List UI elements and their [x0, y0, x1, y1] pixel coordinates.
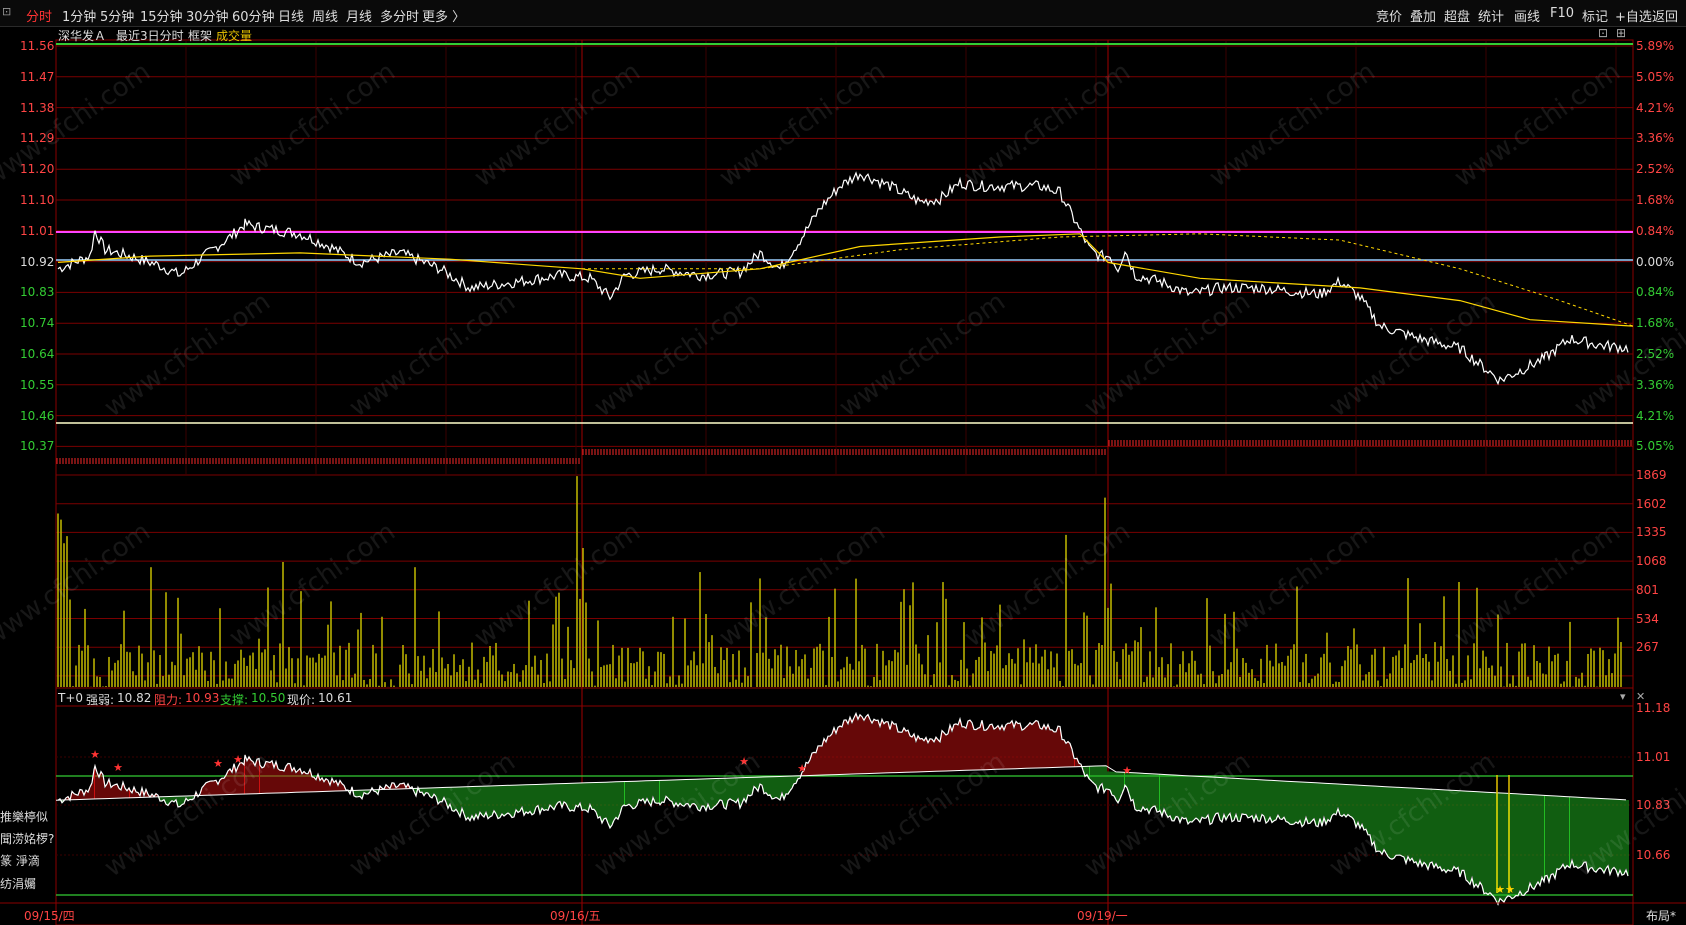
toolbar-button-7[interactable]: +自选 — [1615, 6, 1652, 25]
price-tick: 10.55 — [20, 377, 55, 392]
frame-label[interactable]: 框架 — [188, 27, 212, 44]
volume-tick: 1335 — [1636, 525, 1667, 540]
volume-tick: 534 — [1636, 611, 1659, 626]
t0-tick: 11.18 — [1636, 701, 1671, 715]
volume-tick: 267 — [1636, 640, 1659, 655]
tab-6[interactable]: 日线 — [278, 6, 304, 25]
tab-1[interactable]: 1分钟 — [62, 6, 96, 25]
toolbar-button-8[interactable]: 返回 — [1652, 6, 1678, 25]
price-tick: 10.46 — [20, 408, 55, 423]
side-label[interactable]: 推樂楟似 — [0, 808, 56, 825]
toolbar-button-6[interactable]: 标记 — [1582, 6, 1608, 25]
tab-2[interactable]: 5分钟 — [100, 6, 134, 25]
price-tick: 10.92 — [20, 254, 55, 269]
indicator-label[interactable]: 成交量 — [216, 27, 252, 44]
resistance-label: 阻力: — [154, 693, 183, 707]
buy-signal-icon: ★ — [213, 757, 223, 770]
price-tick: 11.10 — [20, 193, 55, 207]
volume-tick: 1869 — [1636, 468, 1667, 482]
price-tick: 10.64 — [20, 347, 55, 361]
toolbar-button-0[interactable]: 竞价 — [1376, 6, 1402, 25]
pct-tick: 0.84% — [1636, 285, 1675, 300]
volume-tick: 1068 — [1636, 554, 1667, 569]
price-tick: 11.38 — [20, 100, 55, 115]
support-label: 支撑: — [220, 693, 249, 707]
side-label[interactable]: 聞涝姳椤? — [0, 830, 56, 847]
t0-tick: 11.01 — [1636, 750, 1671, 764]
toolbar-button-1[interactable]: 叠加 — [1410, 6, 1436, 25]
toolbar: ⊡ 分时 1分钟 5分钟 15分钟 30分钟 60分钟 日线 周线 月线 多分时 更多 〉 竞价 叠加… — [0, 0, 1686, 27]
pct-tick: 0.84% — [1636, 223, 1675, 238]
layout-button[interactable]: 布局* — [1646, 907, 1676, 924]
resistance-value: 10.93 — [185, 691, 220, 705]
tab-3[interactable]: 15分钟 — [140, 6, 183, 25]
t0-title: T+0 — [58, 691, 84, 705]
scroll-up-icon[interactable]: ⊡ — [1598, 26, 1608, 40]
tab-0[interactable]: 分时 — [26, 6, 52, 25]
pct-tick: 2.52% — [1636, 162, 1675, 177]
volume-tick: 801 — [1636, 582, 1659, 597]
support-value: 10.50 — [251, 691, 286, 705]
side-label[interactable]: 篆 淨滴 — [0, 852, 56, 869]
sell-signal-icon: ★ — [1495, 883, 1505, 896]
buy-signal-icon: ★ — [90, 748, 100, 761]
pct-tick: 4.21% — [1636, 408, 1675, 423]
pct-tick: 5.05% — [1636, 439, 1675, 454]
tab-10[interactable]: 更多 〉 — [422, 6, 465, 25]
period-label[interactable]: 最近3日分时 — [116, 27, 184, 44]
pct-tick: 1.68% — [1636, 193, 1675, 207]
volume-tick: 1602 — [1636, 496, 1667, 511]
average-line — [57, 233, 1634, 327]
date-label: 09/15/四 — [24, 909, 75, 923]
price-label: 现价: — [287, 693, 316, 707]
sell-signal-icon: ★ — [1505, 883, 1515, 896]
tab-8[interactable]: 月线 — [346, 6, 372, 25]
tab-5[interactable]: 60分钟 — [232, 6, 275, 25]
pct-tick: 3.36% — [1636, 131, 1675, 146]
date-label: 09/16/五 — [550, 909, 601, 923]
price-tick: 10.74 — [20, 316, 55, 331]
price-tick: 11.47 — [20, 69, 55, 84]
buy-signal-icon: ★ — [797, 762, 807, 775]
strength-value: 10.82 — [117, 691, 152, 705]
dropdown-icon[interactable]: ▾ — [1620, 690, 1626, 703]
toolbar-button-4[interactable]: 画线 — [1514, 6, 1540, 25]
side-label[interactable]: 纺涓孎 — [0, 875, 56, 892]
t0-tick: 10.66 — [1636, 848, 1671, 862]
tab-7[interactable]: 周线 — [312, 6, 338, 25]
toolbar-button-5[interactable]: F10 — [1550, 6, 1574, 21]
price-tick: 11.01 — [20, 223, 55, 238]
price-value: 10.61 — [318, 691, 353, 705]
date-label: 09/19/一 — [1077, 909, 1128, 923]
tab-4[interactable]: 30分钟 — [186, 6, 229, 25]
zoom-icon[interactable]: ⊞ — [1616, 26, 1626, 40]
price-tick: 11.56 — [20, 39, 55, 53]
pct-tick: 5.05% — [1636, 69, 1675, 84]
toolbar-button-2[interactable]: 超盘 — [1444, 6, 1470, 25]
buy-signal-icon: ★ — [113, 761, 123, 774]
window-menu-icon[interactable]: ⊡ — [2, 5, 11, 18]
buy-signal-icon: ★ — [1122, 764, 1132, 777]
pct-tick: 5.89% — [1636, 39, 1675, 53]
price-tick: 10.83 — [20, 285, 55, 300]
toolbar-button-3[interactable]: 统计 — [1478, 6, 1504, 25]
stock-name: 深华发Ａ — [58, 29, 107, 43]
pct-tick: 0.00% — [1636, 254, 1675, 269]
price-tick: 10.37 — [20, 439, 55, 454]
pct-tick: 4.21% — [1636, 100, 1675, 115]
tab-9[interactable]: 多分时 — [380, 6, 419, 25]
strength-label: 强弱: — [86, 693, 115, 707]
